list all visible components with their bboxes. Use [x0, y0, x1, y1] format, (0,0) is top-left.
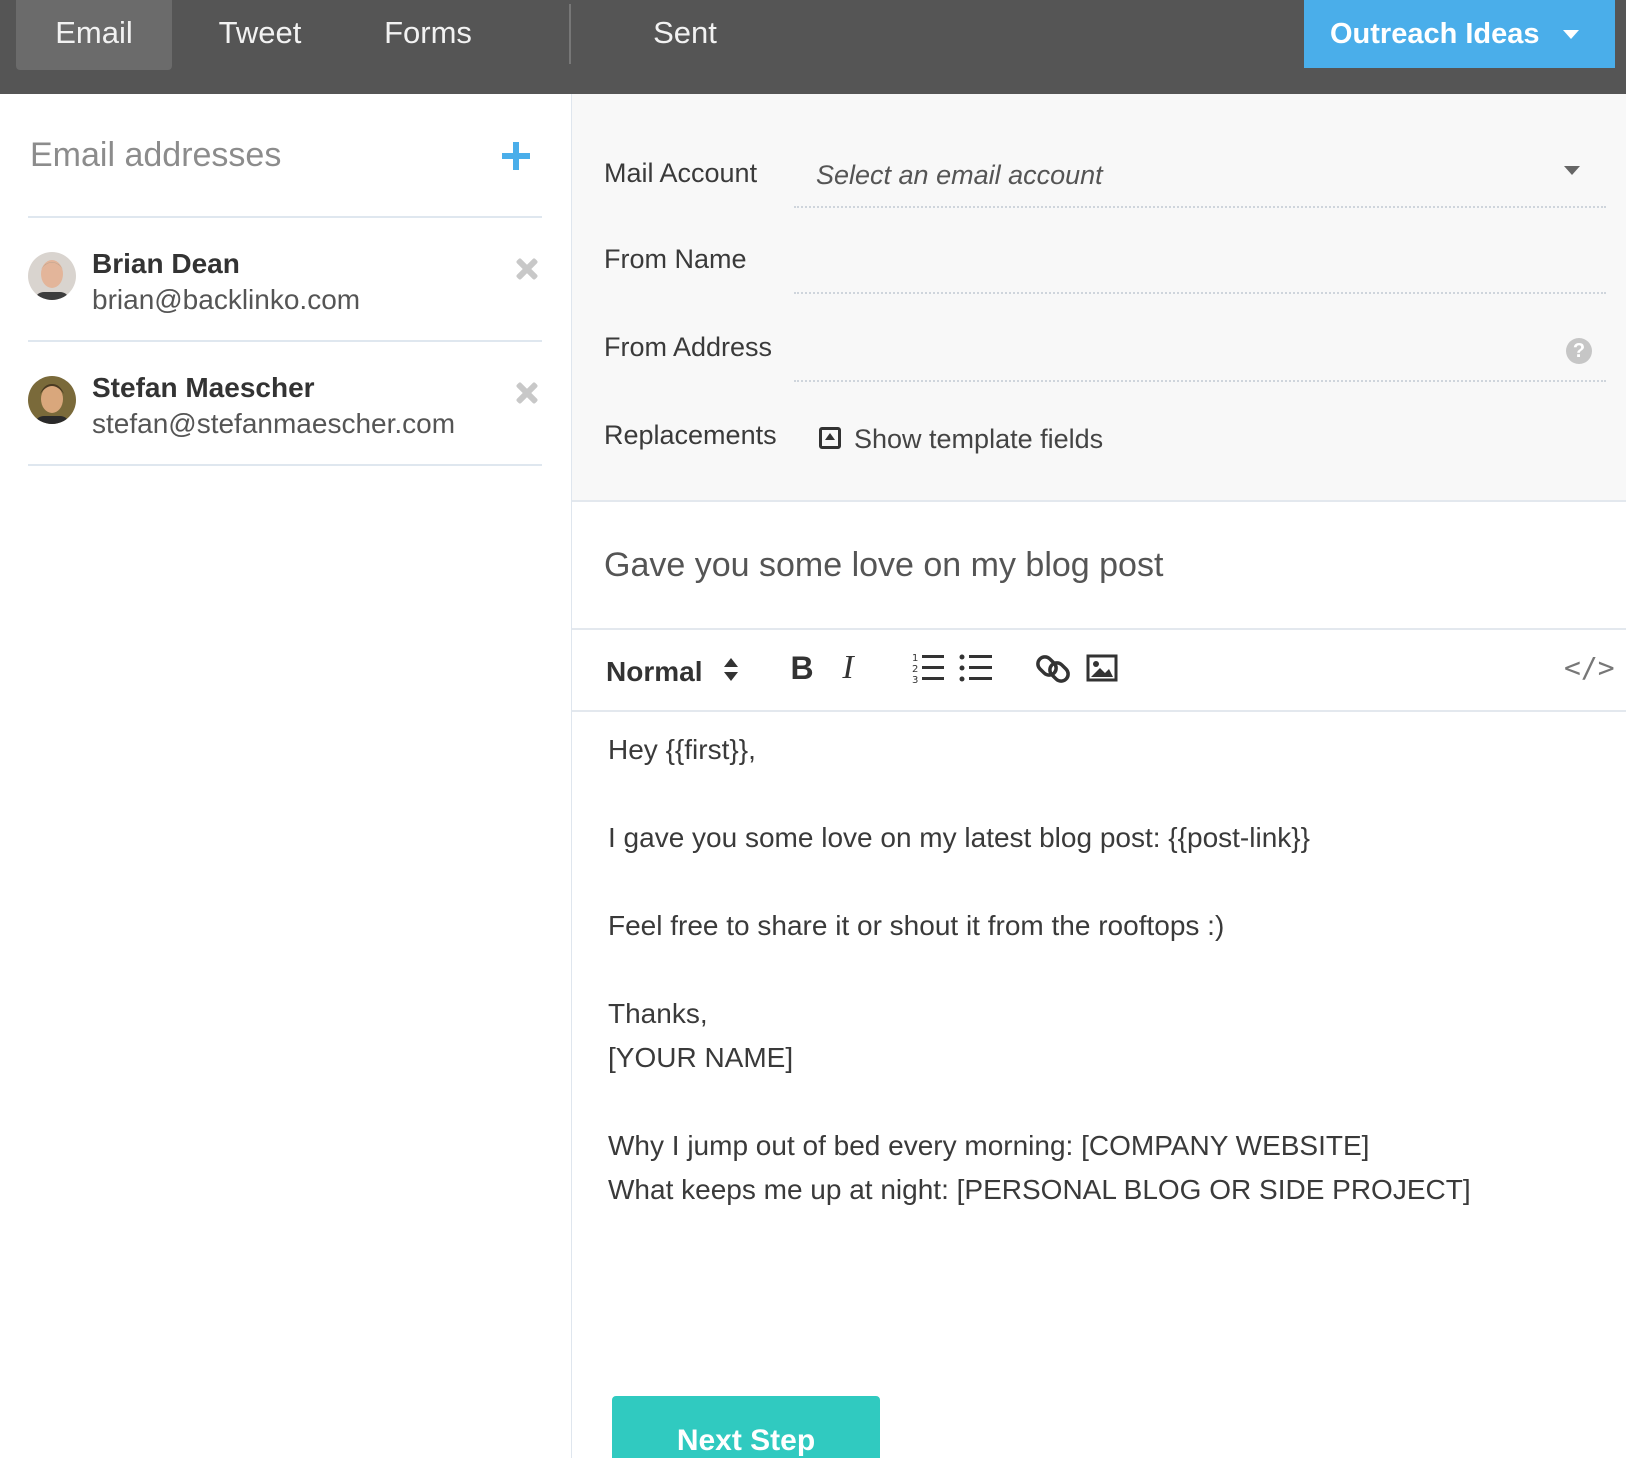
- email-body-editor[interactable]: Hey {{first}}, I gave you some love on m…: [608, 728, 1608, 1212]
- svg-text:1: 1: [912, 653, 918, 664]
- outreach-ideas-label: Outreach Ideas: [1330, 18, 1540, 50]
- sidebar-title: Email addresses: [30, 136, 282, 174]
- tab-forms[interactable]: Forms: [356, 0, 500, 70]
- mail-account-select[interactable]: Select an email account: [816, 160, 1103, 191]
- divider: [28, 464, 542, 466]
- mail-account-label: Mail Account: [604, 158, 758, 188]
- italic-button[interactable]: I: [828, 648, 868, 688]
- body-line: Feel free to share it or shout it from t…: [608, 910, 1225, 941]
- contact-name: Brian Dean: [92, 248, 240, 279]
- email-editor: Mail Account Select an email account Fro…: [572, 94, 1626, 1458]
- replacements-label: Replacements: [604, 420, 777, 450]
- email-settings: Mail Account Select an email account Fro…: [572, 94, 1626, 502]
- expand-icon[interactable]: [819, 427, 841, 449]
- format-select[interactable]: Normal: [606, 656, 702, 688]
- body-line: What keeps me up at night: [PERSONAL BLO…: [608, 1174, 1471, 1205]
- svg-text:2: 2: [912, 664, 918, 675]
- from-address-field[interactable]: [794, 380, 1606, 382]
- email-addresses-sidebar: Email addresses Brian Dean brian@backlin…: [0, 94, 572, 1458]
- help-icon[interactable]: ?: [1566, 338, 1592, 364]
- mail-account-underline: [794, 206, 1606, 208]
- outreach-ideas-button[interactable]: Outreach Ideas: [1304, 0, 1615, 68]
- top-navigation: Email Tweet Forms Sent Outreach Ideas: [0, 0, 1626, 94]
- nav-divider: [569, 4, 571, 64]
- body-signoff: Thanks,: [608, 998, 708, 1029]
- body-signature: [YOUR NAME]: [608, 1042, 794, 1073]
- contact-name: Stefan Maescher: [92, 372, 315, 403]
- bullet-list-icon[interactable]: [956, 648, 996, 688]
- caret-down-icon: [1563, 30, 1579, 39]
- tab-tweet[interactable]: Tweet: [190, 0, 330, 70]
- up-down-icon[interactable]: [724, 656, 738, 686]
- remove-icon[interactable]: [514, 380, 540, 406]
- subject-text: Gave you some love on my blog post: [604, 546, 1164, 584]
- editor-toolbar: Normal B I 1 2 3 </>: [572, 630, 1626, 712]
- tab-sent[interactable]: Sent: [620, 0, 750, 70]
- svg-text:3: 3: [912, 675, 918, 686]
- body-greeting: Hey {{first}},: [608, 734, 756, 765]
- tab-email[interactable]: Email: [16, 0, 172, 70]
- ordered-list-icon[interactable]: 1 2 3: [908, 648, 948, 688]
- bold-button[interactable]: B: [782, 648, 822, 688]
- show-template-fields-link[interactable]: Show template fields: [854, 424, 1103, 455]
- contact-email: stefan@stefanmaescher.com: [92, 408, 456, 439]
- subject-field[interactable]: Gave you some love on my blog post: [572, 502, 1626, 630]
- image-icon[interactable]: [1082, 648, 1122, 688]
- next-step-button[interactable]: Next Step: [612, 1396, 880, 1458]
- body-line: I gave you some love on my latest blog p…: [608, 822, 1310, 853]
- from-name-label: From Name: [604, 244, 747, 274]
- avatar: [28, 376, 76, 424]
- add-icon[interactable]: [500, 140, 532, 172]
- caret-down-icon[interactable]: [1564, 166, 1580, 175]
- remove-icon[interactable]: [514, 256, 540, 282]
- from-address-label: From Address: [604, 332, 773, 362]
- link-icon[interactable]: [1034, 648, 1074, 688]
- code-view-button[interactable]: </>: [1564, 648, 1615, 688]
- from-name-field[interactable]: [794, 292, 1606, 294]
- avatar: [28, 252, 76, 300]
- contact-item[interactable]: Stefan Maescher stefan@stefanmaescher.co…: [28, 342, 542, 464]
- body-line: Why I jump out of bed every morning: [CO…: [608, 1130, 1370, 1161]
- contact-item[interactable]: Brian Dean brian@backlinko.com: [28, 218, 542, 340]
- contact-email: brian@backlinko.com: [92, 284, 361, 315]
